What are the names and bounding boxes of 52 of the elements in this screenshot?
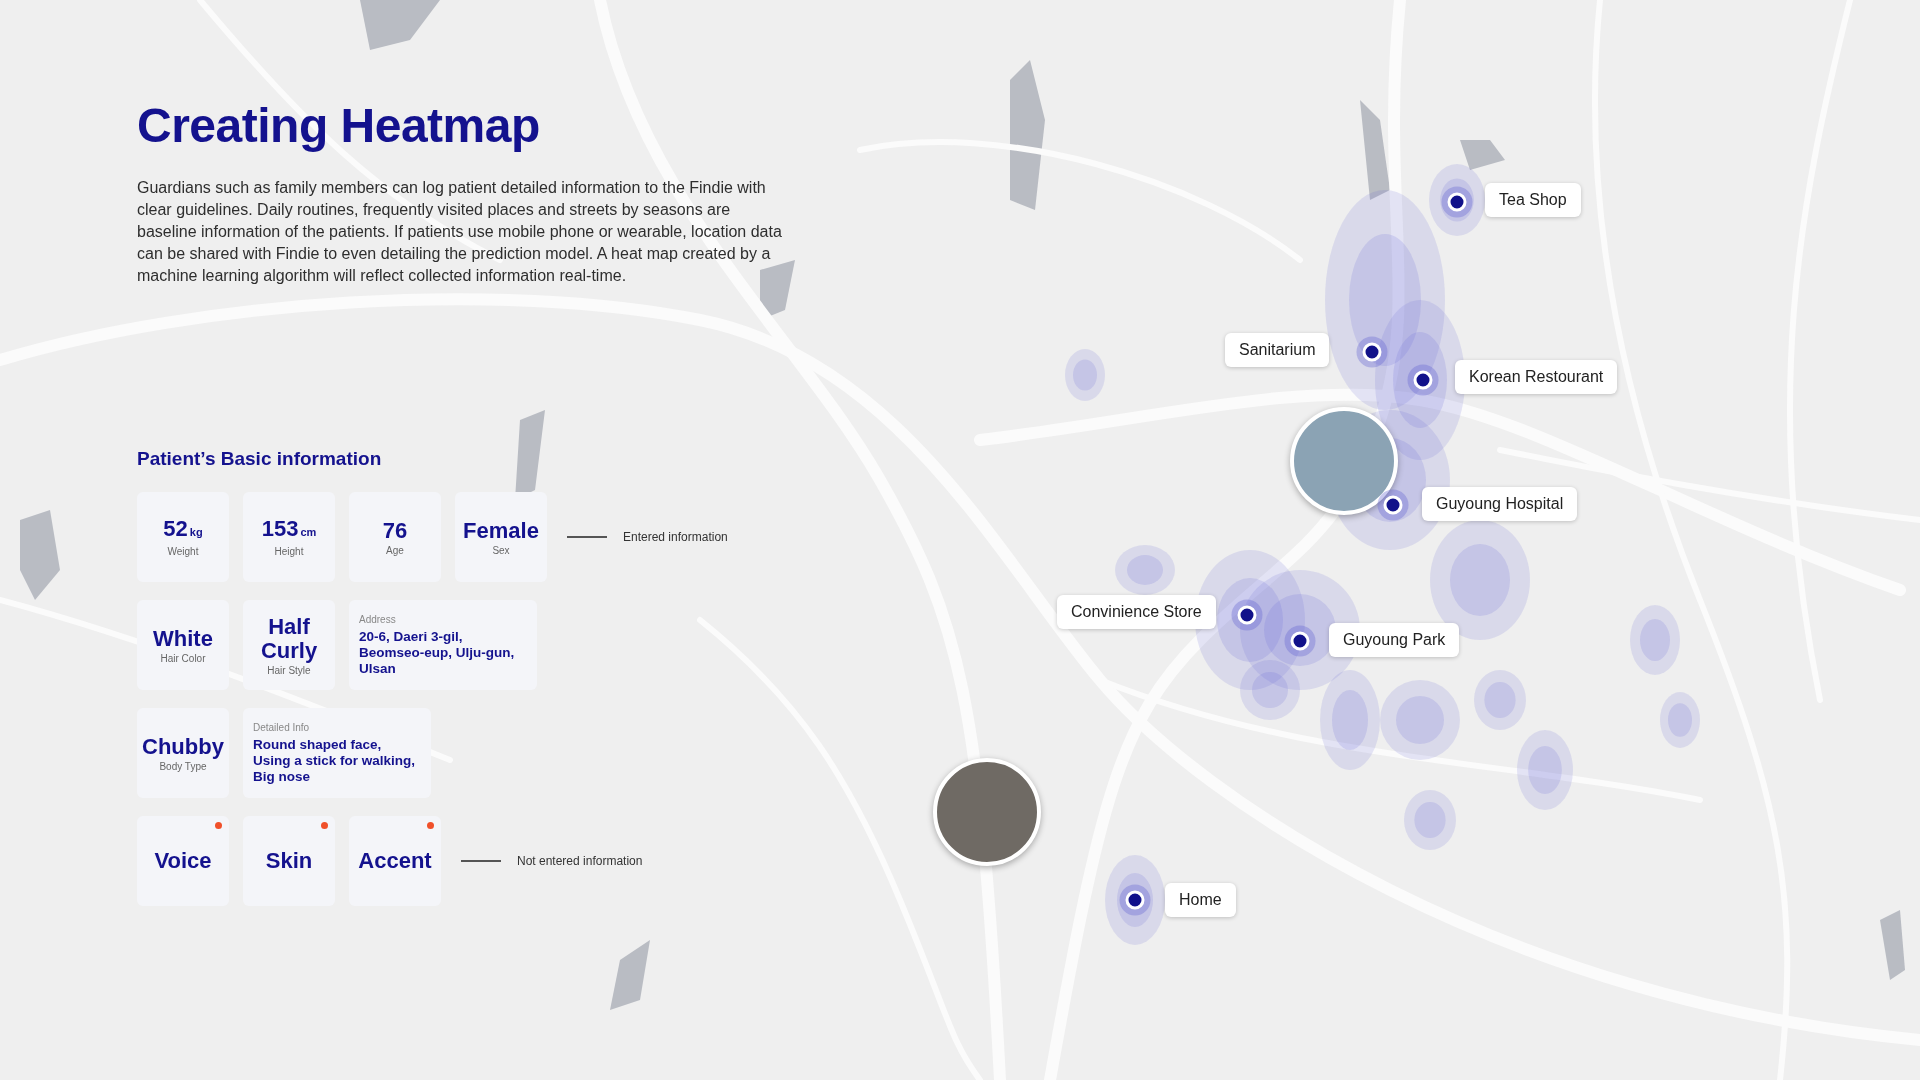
card-label: Address: [359, 613, 396, 625]
description-text: Guardians such as family members can log patient detailed information to the Findie with clear guidelines. Daily routines, frequently visited places and streets by seasons are baseline information of the patients. If patients use mobile phone or wearable, location data can be shared with Findie to even detailing the prediction model. A heat map created by a machine learning algorithm will reflect collected information real-time.: [137, 178, 783, 286]
card-value: Voice: [154, 849, 212, 873]
water-area: [1460, 140, 1505, 170]
heat-blob: [1115, 545, 1175, 595]
water-area: [1880, 910, 1905, 980]
missing-dot: [321, 822, 328, 829]
card-value: 20-6, Daeri 3-gil, Beomseo-eup, Ulju-gun, Ulsan: [359, 628, 516, 677]
location-pin-icon[interactable]: [1237, 605, 1257, 625]
card-label: Age: [386, 544, 404, 556]
page-title: Creating Heatmap: [137, 98, 541, 153]
location-pin-icon[interactable]: [1362, 342, 1382, 362]
place-label: Sanitarium: [1225, 333, 1330, 367]
legend-text: Entered information: [623, 530, 728, 544]
water-area: [610, 940, 650, 1010]
heat-blob: [1474, 670, 1526, 730]
card-value: Accent: [358, 849, 432, 873]
location-pin-icon[interactable]: [1125, 890, 1145, 910]
place-label: Guyoung Hospital: [1422, 487, 1578, 521]
card-value: Chubby: [142, 734, 224, 759]
missing-dot: [215, 822, 222, 829]
place-label: Home: [1165, 883, 1236, 917]
heat-blob: [1660, 692, 1700, 748]
heat-blob: [1404, 790, 1456, 850]
place-label: Convinience Store: [1057, 595, 1216, 629]
card-value: White: [153, 626, 213, 651]
card-value: 153 cm: [261, 517, 317, 543]
location-pin-icon[interactable]: [1413, 370, 1433, 390]
card-label: Detailed Info: [253, 721, 310, 733]
missing-dot: [427, 822, 434, 829]
card-value: Half Curly: [259, 614, 319, 663]
card-label: Hair Color: [160, 652, 206, 664]
place-label: Guyoung Park: [1329, 623, 1460, 657]
location-pin-icon[interactable]: [1383, 495, 1403, 515]
card-value: 52 kg: [163, 517, 203, 543]
card-value: Skin: [265, 849, 313, 873]
place-label: Korean Restourant: [1455, 360, 1618, 394]
card-value: Round shaped face, Using a stick for walking, Big nose: [253, 736, 417, 785]
card-value: Female: [463, 518, 539, 543]
card-value: 76: [382, 518, 408, 543]
card-label: Weight: [167, 546, 199, 557]
section-title: Patient’s Basic information: [137, 448, 383, 470]
heat-blob: [1630, 605, 1680, 675]
heat-blob: [1065, 349, 1105, 401]
legend-text: Not entered information: [517, 854, 643, 868]
card-label: Sex: [492, 544, 510, 556]
card-label: Height: [274, 546, 304, 557]
place-label: Tea Shop: [1485, 183, 1581, 217]
location-pin-icon[interactable]: [1290, 631, 1310, 651]
location-pin-icon[interactable]: [1447, 192, 1467, 212]
card-label: Hair Style: [267, 664, 311, 676]
card-label: Body Type: [159, 760, 207, 772]
